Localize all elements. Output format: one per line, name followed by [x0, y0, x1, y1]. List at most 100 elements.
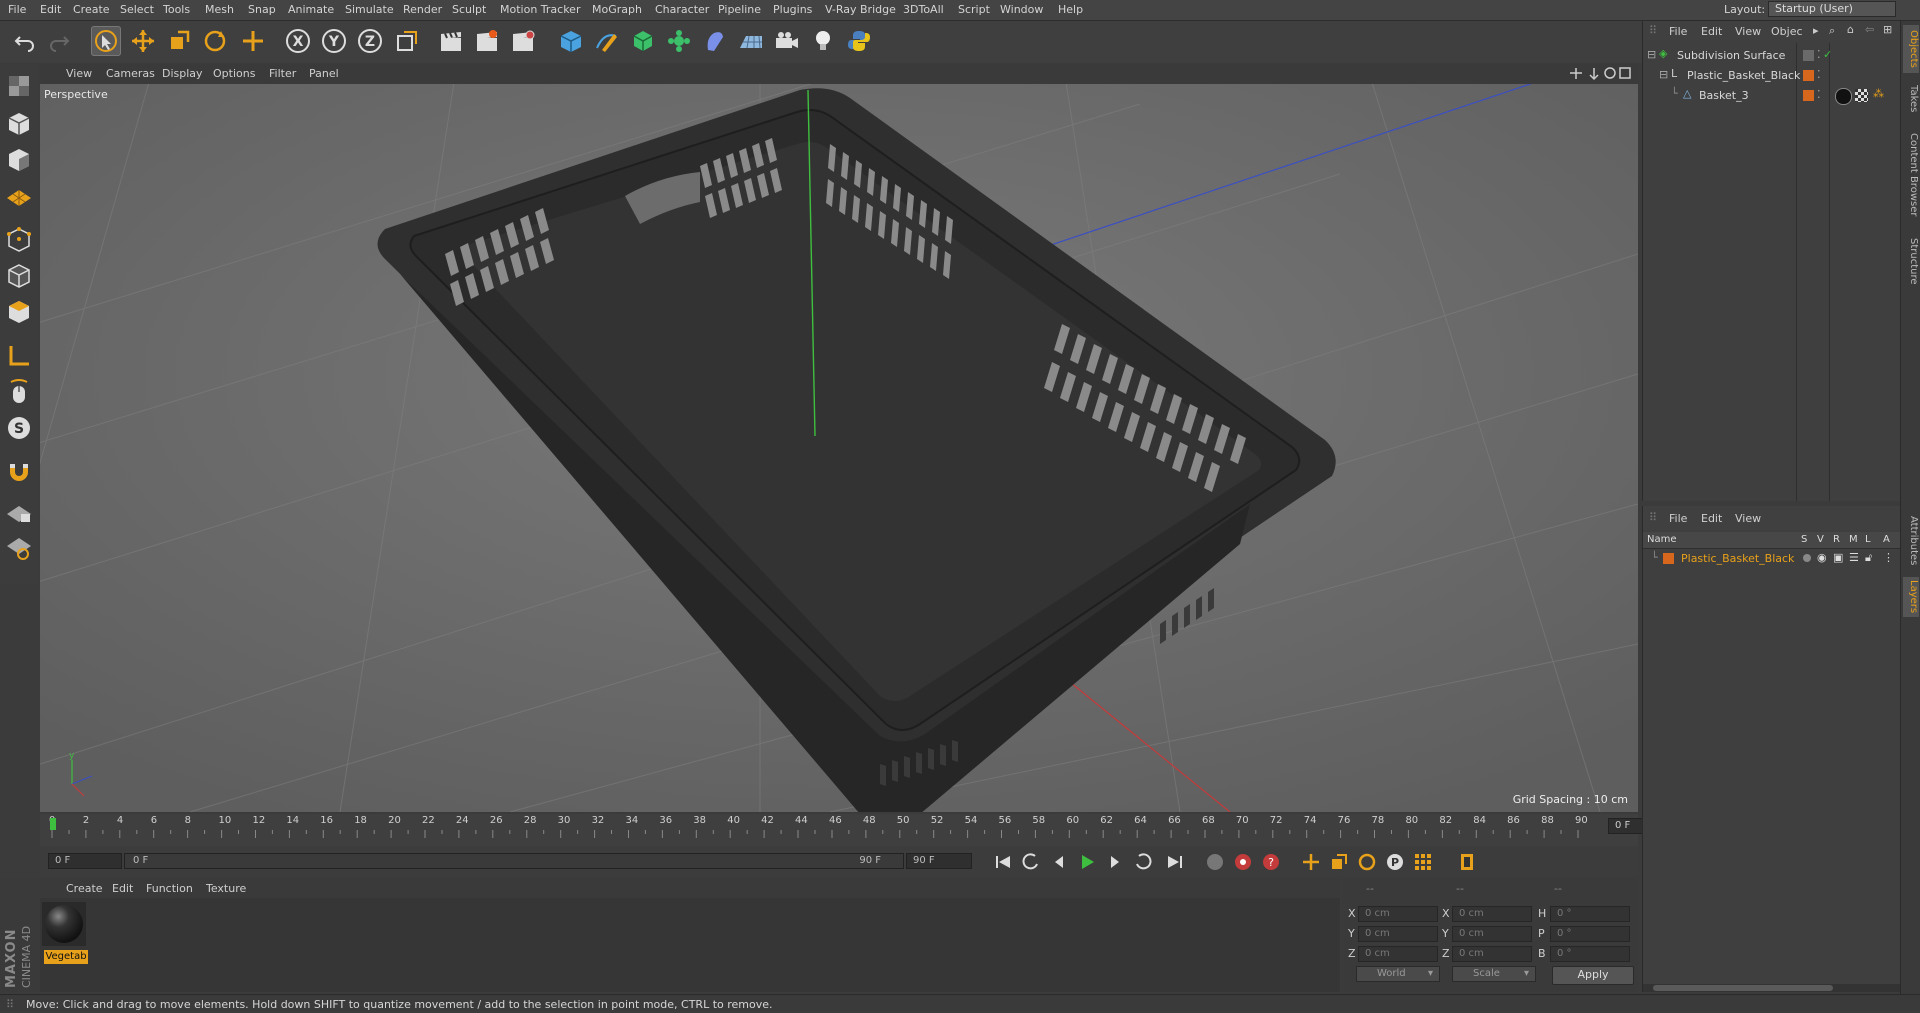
coordinate-space-select[interactable]: World ▾ — [1356, 966, 1440, 982]
key-position-button[interactable] — [1300, 851, 1322, 873]
go-to-end-button[interactable] — [1164, 851, 1186, 873]
home-icon[interactable]: ⌂ — [1847, 23, 1854, 36]
viewport-menu-display[interactable]: Display — [162, 67, 203, 80]
add-light-button[interactable] — [808, 26, 838, 56]
size-mode-select[interactable]: Scale ▾ — [1452, 966, 1536, 982]
menu-snap[interactable]: Snap — [248, 3, 276, 16]
end-frame-field[interactable]: 90 F — [906, 853, 972, 869]
layer-menu-edit[interactable]: Edit — [1701, 512, 1722, 525]
menu-script[interactable]: Script — [958, 3, 990, 16]
snap-toggle-button[interactable] — [3, 458, 35, 490]
layer-menu-file[interactable]: File — [1669, 512, 1687, 525]
animation-icon[interactable]: ⋮ — [1883, 551, 1894, 564]
axis-mode-button[interactable] — [3, 340, 35, 372]
frame-range-slider[interactable]: 0 F 90 F — [124, 853, 904, 869]
lock-icon[interactable]: 🔓︎ — [1865, 551, 1872, 565]
material-swatch[interactable]: Vegetab — [42, 902, 88, 964]
size-y-field[interactable]: 0 cm — [1452, 926, 1532, 942]
add-generator-button[interactable] — [628, 26, 658, 56]
menu-tools[interactable]: Tools — [163, 3, 190, 16]
apply-button[interactable]: Apply — [1552, 966, 1634, 985]
add-cube-button[interactable] — [556, 26, 586, 56]
polygons-mode-button[interactable] — [3, 296, 35, 328]
scale-button[interactable] — [164, 26, 194, 56]
menu-plugins[interactable]: Plugins — [773, 3, 812, 16]
layer-color-icon[interactable] — [1803, 90, 1814, 101]
back-icon[interactable]: ⇦ — [1865, 23, 1874, 36]
menu-overflow-icon[interactable]: ▸ — [1813, 24, 1819, 37]
tree-collapse-icon[interactable]: ⊟ — [1647, 48, 1656, 61]
add-camera-button[interactable] — [772, 26, 802, 56]
menu-render[interactable]: Render — [403, 3, 442, 16]
tab-content-browser[interactable]: Content Browser — [1903, 125, 1919, 225]
menu-help[interactable]: Help — [1058, 3, 1083, 16]
timeline-ruler[interactable]: 0246810121416182022242628303234363840424… — [40, 814, 1672, 846]
visibility-dots-icon[interactable]: ⁚ — [1817, 48, 1821, 61]
add-floor-button[interactable] — [736, 26, 766, 56]
texture-mode-button[interactable] — [3, 144, 35, 176]
add-spline-button[interactable] — [592, 26, 622, 56]
x-axis-lock-button[interactable]: X — [283, 26, 313, 56]
record-button[interactable] — [1232, 851, 1254, 873]
object-menu-file[interactable]: File — [1669, 25, 1687, 38]
tree-collapse-icon[interactable]: ⊟ — [1659, 68, 1668, 81]
layer-row[interactable]: └ Plastic_Basket_Black ◉ ▣ ☰ 🔓︎ ⋮ — [1643, 550, 1901, 568]
live-selection-button[interactable] — [91, 26, 121, 56]
visibility-dots-icon[interactable]: ⁚ — [1817, 88, 1821, 101]
material-tag-icon[interactable] — [1835, 88, 1852, 105]
enabled-check-icon[interactable]: ✓ — [1823, 48, 1832, 61]
previous-frame-button[interactable] — [1048, 851, 1070, 873]
object-row-subdivision-surface[interactable]: ⊟ ◈ Subdivision Surface ⁚ ✓ — [1643, 47, 1901, 65]
render-icon[interactable]: ▣ — [1833, 551, 1843, 564]
workplane-mode-button[interactable] — [3, 180, 35, 212]
render-view-button[interactable] — [436, 26, 466, 56]
viewport-menu-filter[interactable]: Filter — [269, 67, 296, 80]
texture-tag-icon[interactable]: ⁂ — [1873, 87, 1884, 100]
material-menu-edit[interactable]: Edit — [112, 882, 133, 895]
object-row-plastic-basket-black[interactable]: ⊟ L Plastic_Basket_Black ⁚ — [1643, 67, 1901, 85]
render-settings-button[interactable] — [508, 26, 538, 56]
keyframe-selection-button[interactable] — [1204, 851, 1226, 873]
menu-simulate[interactable]: Simulate — [345, 3, 394, 16]
3d-viewport[interactable]: y Perspective Grid Spacing : 10 cm — [40, 84, 1638, 812]
material-menu-texture[interactable]: Texture — [206, 882, 246, 895]
timeline-window-button[interactable] — [1456, 851, 1478, 873]
solo-mode-button[interactable]: S — [3, 412, 35, 444]
model-mode-button[interactable] — [3, 108, 35, 140]
eye-icon[interactable]: ◉ — [1817, 551, 1827, 564]
locked-workplane-button[interactable] — [3, 496, 35, 528]
pos-y-field[interactable]: 0 cm — [1358, 926, 1438, 942]
start-frame-field[interactable]: 0 F — [48, 853, 122, 869]
visibility-dots-icon[interactable]: ⁚ — [1817, 68, 1821, 81]
planar-workplane-button[interactable] — [3, 532, 35, 564]
layer-color-swatch[interactable] — [1663, 553, 1674, 564]
viewport-menu-cameras[interactable]: Cameras — [106, 67, 155, 80]
viewport-nav-icons[interactable] — [1568, 66, 1632, 81]
tweak-mode-button[interactable] — [3, 376, 35, 408]
solo-toggle-icon[interactable] — [1803, 554, 1811, 562]
viewport-menu-panel[interactable]: Panel — [309, 67, 339, 80]
scrollbar-thumb[interactable] — [1653, 985, 1833, 991]
menu-sculpt[interactable]: Sculpt — [452, 3, 486, 16]
rot-h-field[interactable]: 0 ° — [1550, 906, 1630, 922]
playhead-marker[interactable] — [50, 818, 56, 830]
edges-mode-button[interactable] — [3, 260, 35, 292]
menu-create[interactable]: Create — [73, 3, 110, 16]
pos-z-field[interactable]: 0 cm — [1358, 946, 1438, 962]
rotate-button[interactable] — [200, 26, 230, 56]
size-z-field[interactable]: 0 cm — [1452, 946, 1532, 962]
rot-p-field[interactable]: 0 ° — [1550, 926, 1630, 942]
undo-button[interactable] — [10, 26, 40, 56]
tab-layers[interactable]: Layers — [1903, 577, 1919, 617]
points-mode-button[interactable] — [3, 224, 35, 256]
layer-tag-icon[interactable] — [1803, 50, 1814, 61]
menu-window[interactable]: Window — [1000, 3, 1043, 16]
next-key-button[interactable] — [1132, 851, 1154, 873]
uvw-tag-icon[interactable] — [1855, 89, 1868, 102]
add-mograph-button[interactable] — [664, 26, 694, 56]
object-menu-edit[interactable]: Edit — [1701, 25, 1722, 38]
tab-attributes[interactable]: Attributes — [1903, 511, 1919, 571]
object-menu-view[interactable]: View — [1735, 25, 1761, 38]
make-editable-button[interactable] — [3, 70, 35, 102]
play-button[interactable] — [1076, 851, 1098, 873]
